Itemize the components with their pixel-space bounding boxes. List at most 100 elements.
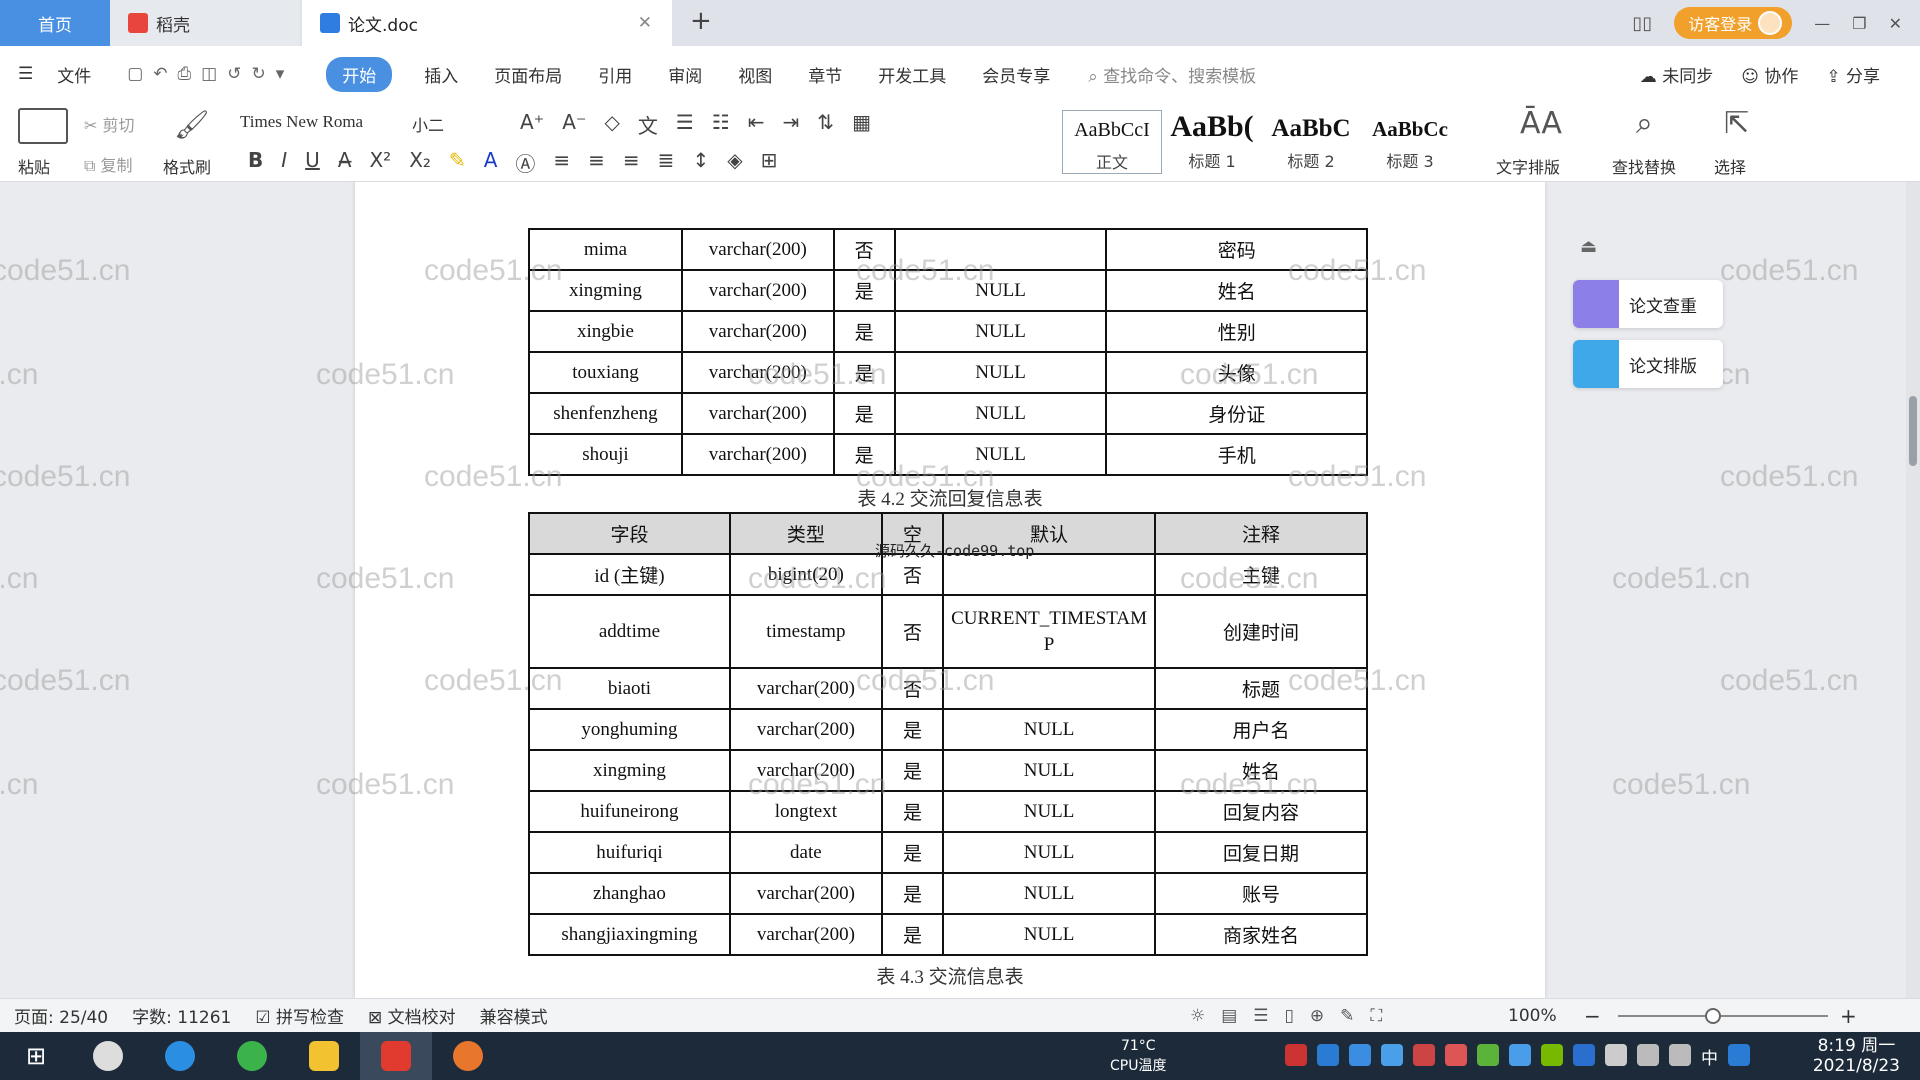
style-normal[interactable]: AaBbCcI 正文 xyxy=(1062,110,1162,174)
format-painter-button[interactable]: 格式刷 xyxy=(163,154,211,178)
menu-insert[interactable]: 插入 xyxy=(406,62,476,87)
indent-icon[interactable]: ⇤ xyxy=(748,110,765,139)
layout-icon[interactable]: ▯▯ xyxy=(1632,13,1652,34)
eraser-icon[interactable]: ◇ xyxy=(605,110,620,139)
tray-icon[interactable] xyxy=(1477,1044,1499,1066)
outdent-icon[interactable]: ⇥ xyxy=(783,110,800,139)
bullets-icon[interactable]: ☰ xyxy=(676,110,694,139)
tray-icon[interactable] xyxy=(1285,1044,1307,1066)
sort-icon[interactable]: ⇅ xyxy=(817,110,834,139)
paste-button[interactable]: 粘贴 xyxy=(18,154,50,178)
taskbar-app-other[interactable] xyxy=(432,1032,504,1080)
scrollbar-thumb[interactable] xyxy=(1909,396,1917,466)
bluetooth-icon[interactable] xyxy=(1573,1044,1595,1066)
highlight-icon[interactable]: ✎ xyxy=(449,148,466,177)
tray-icon[interactable] xyxy=(1509,1044,1531,1066)
find-icon[interactable]: ⌕ xyxy=(1636,106,1653,141)
menu-view[interactable]: 视图 xyxy=(720,62,790,87)
tray-icon[interactable] xyxy=(1349,1044,1371,1066)
document-page[interactable]: mima varchar(200) 否密码 xingming varchar(200) 是… xyxy=(355,182,1545,998)
tab-daoke[interactable]: 稻壳 xyxy=(110,0,300,46)
sync-button[interactable]: ☁ 未同步 xyxy=(1640,62,1713,87)
bold-icon[interactable]: B xyxy=(248,148,263,177)
cpu-temp[interactable]: 71°C CPU温度 xyxy=(1110,1036,1166,1076)
cursor-icon[interactable]: ⇱ xyxy=(1724,106,1749,141)
find-replace-button[interactable]: 查找替换 xyxy=(1612,154,1676,178)
font-select[interactable]: Times New Roma xyxy=(240,112,408,132)
paper-check-button[interactable]: 论文查重 xyxy=(1573,280,1723,328)
zoom-in-icon[interactable]: + xyxy=(1840,1004,1857,1028)
tray-icon[interactable] xyxy=(1445,1044,1467,1066)
style-heading-1[interactable]: AaBb(标题 1 xyxy=(1162,110,1262,172)
wifi-icon[interactable] xyxy=(1637,1044,1659,1066)
copy-button[interactable]: ⧉ 复制 xyxy=(84,152,133,176)
share-button[interactable]: ⇪ 分享 xyxy=(1826,62,1880,87)
line-spacing-icon[interactable]: ↕ xyxy=(692,148,709,177)
shield-icon[interactable] xyxy=(1381,1044,1403,1066)
nvidia-icon[interactable] xyxy=(1541,1044,1563,1066)
collapse-panel-icon[interactable]: ⏏ xyxy=(1580,236,1597,257)
phonetic-icon[interactable]: 文 xyxy=(638,110,658,139)
underline-icon[interactable]: U xyxy=(305,148,320,177)
align-left-icon[interactable]: ≡ xyxy=(553,148,570,177)
tray-icon[interactable] xyxy=(1413,1044,1435,1066)
collab-button[interactable]: ☺ 协作 xyxy=(1741,62,1798,87)
volume-icon[interactable] xyxy=(1669,1044,1691,1066)
char-border-icon[interactable]: Ⓐ xyxy=(515,148,535,177)
strike-icon[interactable]: A̶ xyxy=(338,148,352,177)
battery-icon[interactable] xyxy=(1605,1044,1627,1066)
zoom-level[interactable]: 100% xyxy=(1508,1006,1557,1026)
close-tab-icon[interactable]: ✕ xyxy=(638,13,652,33)
paper-format-button[interactable]: 论文排版 xyxy=(1573,340,1723,388)
style-heading-2[interactable]: AaBbC 标题 2 xyxy=(1262,110,1360,172)
menu-chapter[interactable]: 章节 xyxy=(790,62,860,87)
hamburger-icon[interactable]: ☰ xyxy=(0,64,39,84)
font-size-select[interactable]: 小二 xyxy=(412,112,444,136)
paragraph-buttons[interactable]: A⁺ A⁻ ◇ 文 ☰ ☷ ⇤ ⇥ ⇅ ▦ xyxy=(520,110,871,139)
select-button[interactable]: 选择 xyxy=(1714,154,1746,178)
menu-page-layout[interactable]: 页面布局 xyxy=(476,62,580,87)
quick-access-icons[interactable]: ▢↶⎙◫↺↻▾ xyxy=(109,64,312,84)
system-tray[interactable]: 中 xyxy=(1285,1044,1750,1069)
border-icon[interactable]: ⊞ xyxy=(761,148,778,177)
taskbar-app-explorer[interactable] xyxy=(288,1032,360,1080)
zoom-out-icon[interactable]: − xyxy=(1584,1004,1601,1028)
taskbar-app-fan[interactable] xyxy=(72,1032,144,1080)
justify-icon[interactable]: ≣ xyxy=(658,148,675,177)
menu-review[interactable]: 审阅 xyxy=(650,62,720,87)
align-center-icon[interactable]: ≡ xyxy=(588,148,605,177)
view-mode-icons[interactable]: ☼▤☰▯⊕✎⛶ xyxy=(1190,1006,1398,1026)
menu-member[interactable]: 会员专享 xyxy=(964,62,1068,87)
search-command-input[interactable]: ⌕ 查找命令、搜索模板 xyxy=(1088,62,1256,87)
word-count[interactable]: 字数: 11261 xyxy=(132,1003,231,1028)
menu-dev-tools[interactable]: 开发工具 xyxy=(860,62,964,87)
grow-font-icon[interactable]: A⁺ xyxy=(520,110,544,139)
ime-indicator[interactable]: 中 xyxy=(1701,1044,1718,1069)
align-right-icon[interactable]: ≡ xyxy=(623,148,640,177)
tray-icon[interactable] xyxy=(1317,1044,1339,1066)
paste-icon[interactable] xyxy=(18,108,68,144)
text-layout-icon[interactable]: ĀA xyxy=(1520,106,1562,141)
menu-file[interactable]: 文件 xyxy=(39,62,109,87)
text-layout-button[interactable]: 文字排版 xyxy=(1496,154,1560,178)
tab-document[interactable]: 论文.doc ✕ xyxy=(302,0,672,46)
tab-home[interactable]: 首页 xyxy=(0,0,110,46)
taskbar-app-wps[interactable] xyxy=(360,1032,432,1080)
format-buttons[interactable]: B I U A̶ X² X₂ ✎ A Ⓐ ≡ ≡ ≡ ≣ ↕ ◈ ⊞ xyxy=(248,148,777,177)
visitor-login-button[interactable]: 访客登录 xyxy=(1674,7,1793,39)
shading-icon[interactable]: ◈ xyxy=(727,148,742,177)
menu-start[interactable]: 开始 xyxy=(326,56,393,92)
superscript-icon[interactable]: X² xyxy=(369,148,391,177)
spell-check-button[interactable]: ☑ 拼写检查 xyxy=(255,1003,344,1028)
cut-button[interactable]: ✂ 剪切 xyxy=(84,112,135,136)
clock[interactable]: 8:19 周一 2021/8/23 xyxy=(1813,1036,1900,1076)
zoom-slider[interactable] xyxy=(1618,1015,1828,1017)
grid-icon[interactable]: ▦ xyxy=(852,110,871,139)
taskbar-app-ie[interactable] xyxy=(144,1032,216,1080)
menu-references[interactable]: 引用 xyxy=(580,62,650,87)
proofread-button[interactable]: ⊠ 文档校对 xyxy=(368,1003,456,1028)
start-button[interactable]: ⊞ xyxy=(0,1032,72,1080)
subscript-icon[interactable]: X₂ xyxy=(409,148,431,177)
restore-icon[interactable]: ❐ xyxy=(1852,14,1866,33)
minimize-icon[interactable]: — xyxy=(1814,14,1830,33)
